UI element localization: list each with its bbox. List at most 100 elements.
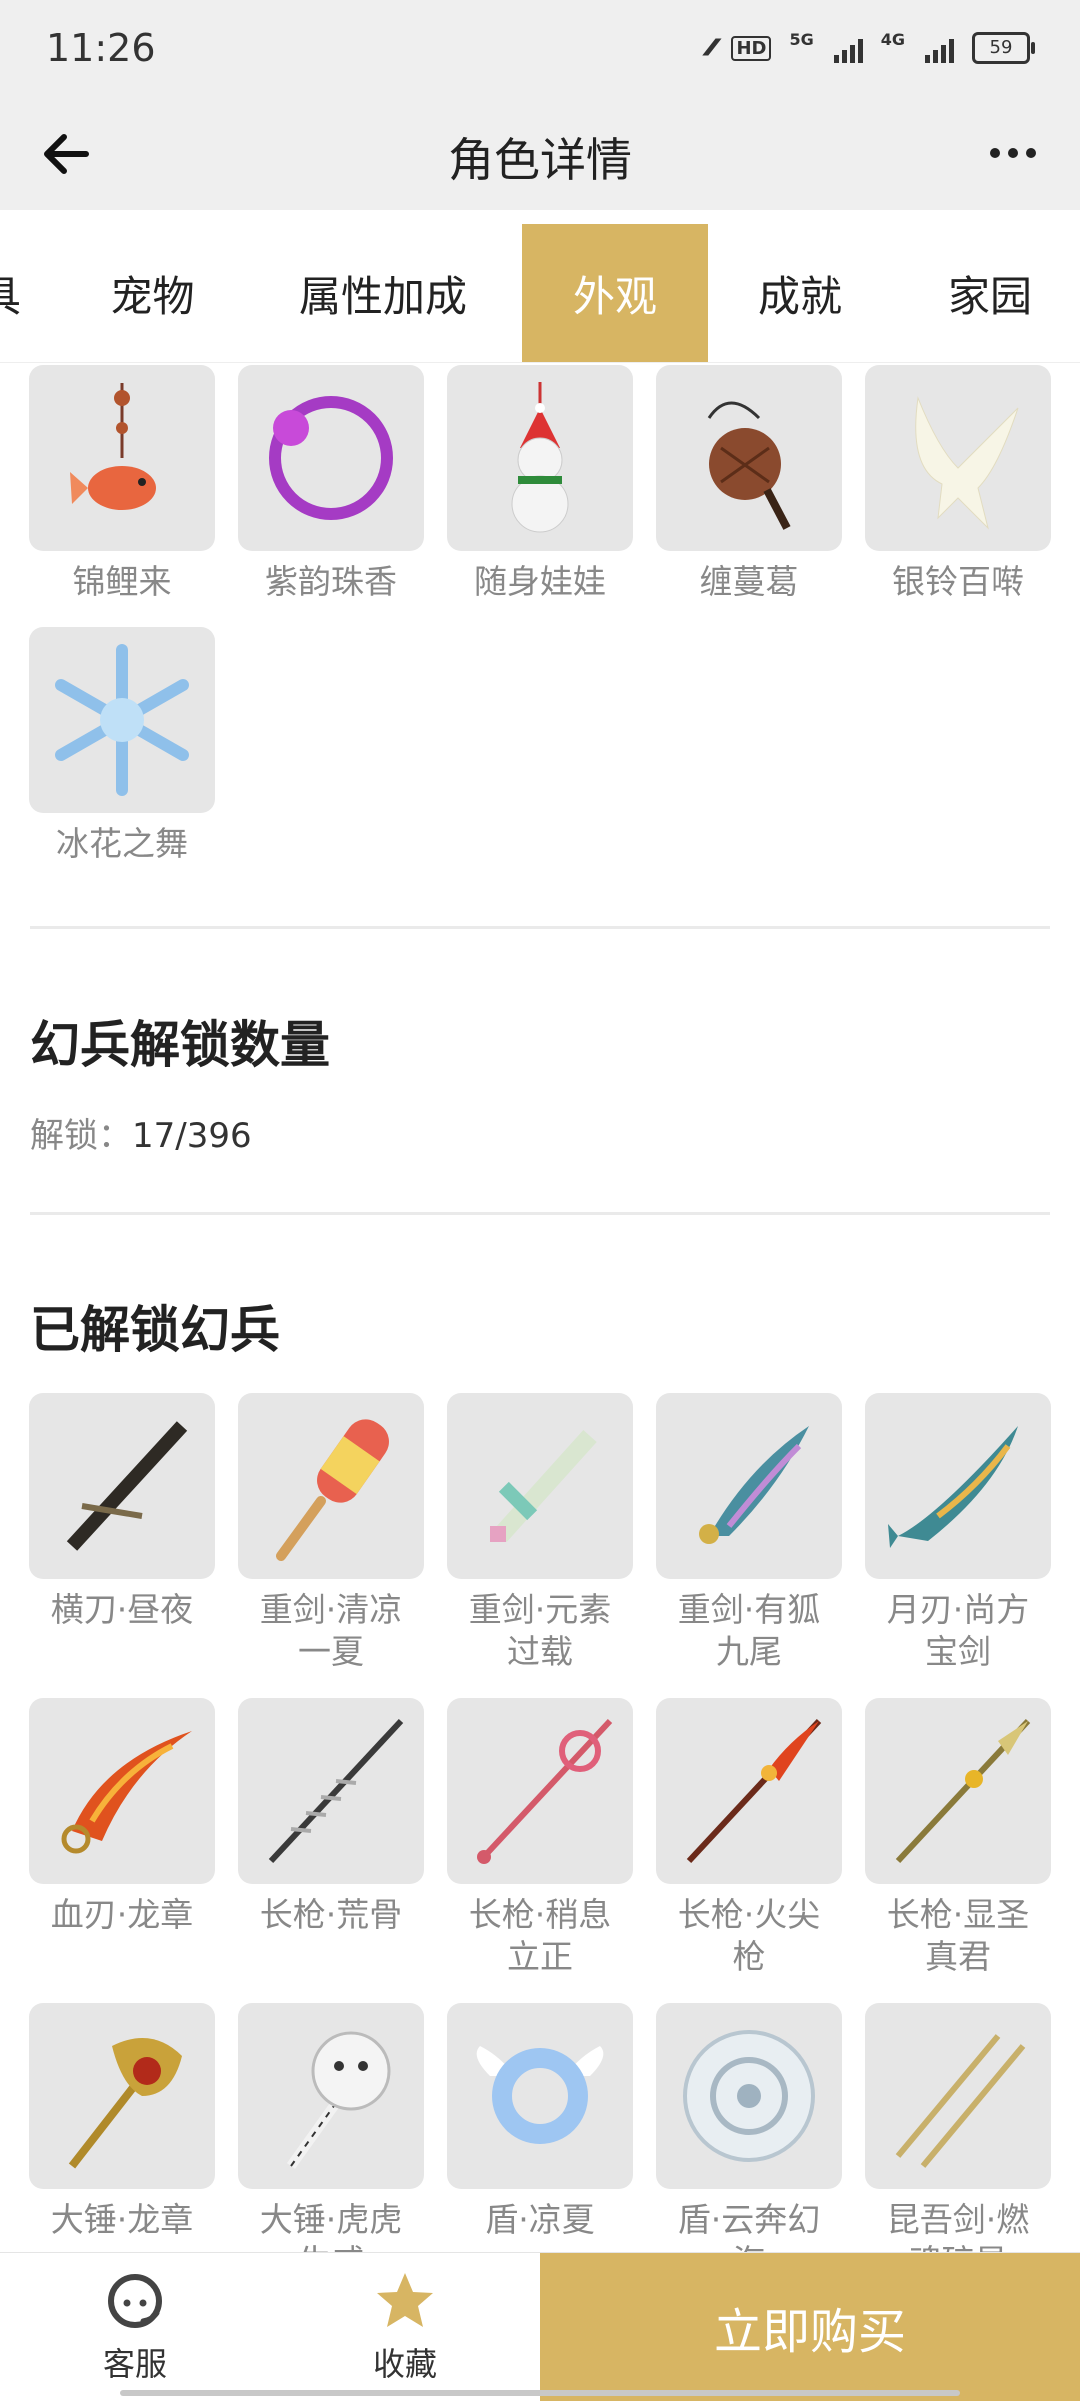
weapon-item[interactable]: 横刀·昼夜 [29, 1393, 215, 1631]
white-bird-icon [915, 396, 1019, 530]
weapon-label-line2: 枪 [732, 1937, 766, 1976]
status-icons: ⁄⁄⁄ HD 5G 4G 59 [708, 30, 1035, 64]
weapon-item[interactable]: 长枪·稍息 立正 [447, 1698, 633, 1978]
weapon-label-line2: 九尾 [716, 1632, 782, 1671]
weapon-item[interactable]: 盾·凉夏 [447, 2003, 633, 2241]
weapon-label-line1: 血刃·龙章 [50, 1895, 194, 1934]
weapon-item[interactable]: 重剑·有狐 九尾 [656, 1393, 842, 1673]
page-title: 角色详情 [448, 133, 632, 187]
tab-appearance[interactable]: 外观 [522, 224, 708, 362]
weapon-label-line1: 盾·云奔幻 [677, 2200, 821, 2239]
weapon-label-line2: 过载 [507, 1632, 573, 1671]
star-icon [377, 2273, 433, 2327]
candy-spear-icon [477, 1718, 613, 1864]
bone-spear-icon [268, 1718, 404, 1864]
gold-spear-icon [895, 1718, 1031, 1864]
weapon-item[interactable]: 盾·云奔幻 海 [656, 2003, 842, 2283]
appearance-item-label: 银铃百啭 [892, 562, 1024, 601]
appearance-item[interactable]: 缠蔓葛 [656, 365, 842, 603]
tab-homestead[interactable]: 家园 [920, 224, 1060, 362]
hd-voice-icon: HD [731, 35, 772, 61]
weapon-item[interactable]: 月刃·尚方 宝剑 [865, 1393, 1051, 1673]
snowflake-icon [55, 644, 189, 796]
weapon-item[interactable]: 大锤·龙章 [29, 2003, 215, 2241]
snowman-doll-icon [511, 382, 569, 533]
data-speed-icon: ⁄⁄⁄ [708, 35, 715, 61]
favorite-button[interactable]: 收藏 [305, 2253, 505, 2401]
weapon-item[interactable]: 血刃·龙章 [29, 1698, 215, 1936]
fox-tail-sword-icon [699, 1426, 809, 1544]
weapon-label-line1: 长枪·稍息 [468, 1895, 612, 1934]
signal-4g-icon [925, 33, 954, 63]
more-options-button[interactable] [978, 128, 1048, 178]
popsicle-sword-icon [276, 1419, 389, 1561]
more-dot-icon [990, 148, 1000, 158]
weapon-item[interactable]: 长枪·火尖 枪 [656, 1698, 842, 1978]
appearance-item-label: 随身娃娃 [474, 562, 606, 601]
customer-service-label: 客服 [102, 2345, 167, 2383]
weapon-item[interactable]: 昆吾剑·燃 魂碎星 [865, 2003, 1051, 2283]
unlock-count-title: 幻兵解锁数量 [30, 1016, 330, 1074]
appearance-item-label: 锦鲤来 [72, 562, 172, 601]
appearance-item[interactable]: 紫韵珠香 [238, 365, 424, 603]
tab-pets[interactable]: 宠物 [80, 224, 225, 362]
page-header: 角色详情 [0, 100, 1080, 210]
status-time: 11:26 [46, 26, 156, 70]
weapon-label-line2: 真君 [925, 1937, 991, 1976]
weapon-item[interactable]: 重剑·元素 过载 [447, 1393, 633, 1673]
pixel-sword-icon [490, 1429, 597, 1543]
appearance-item[interactable]: 锦鲤来 [29, 365, 215, 603]
weapon-item[interactable]: 长枪·荒骨 [238, 1698, 424, 1936]
purple-ring-icon [269, 396, 393, 520]
weapon-label-line1: 重剑·有狐 [677, 1590, 821, 1629]
network-5g-label: 5G [789, 30, 814, 49]
more-dot-icon [1026, 148, 1036, 158]
weapon-label-line1: 长枪·火尖 [677, 1895, 821, 1934]
tab-attribute-bonus[interactable]: 属性加成 [278, 224, 488, 362]
appearance-item[interactable]: 银铃百啭 [865, 365, 1051, 603]
unlocked-weapons-title: 已解锁幻兵 [30, 1301, 280, 1359]
appearance-item[interactable]: 冰花之舞 [29, 627, 215, 865]
weapon-item[interactable]: 重剑·清凉 一夏 [238, 1393, 424, 1673]
appearance-item[interactable]: 随身娃娃 [447, 365, 633, 603]
appearance-item-label: 紫韵珠香 [265, 562, 397, 601]
weapon-label-line1: 横刀·昼夜 [50, 1590, 194, 1629]
koi-pendant-icon [70, 383, 156, 510]
status-bar: 11:26 ⁄⁄⁄ HD 5G 4G 59 [0, 0, 1080, 100]
weapon-item[interactable]: 长枪·显圣 真君 [865, 1698, 1051, 1978]
favorite-label: 收藏 [372, 2345, 437, 2383]
fish-blade-icon [888, 1426, 1018, 1548]
tab-achievements[interactable]: 成就 [730, 224, 870, 362]
tiger-hammer-icon [286, 2031, 391, 2169]
weapon-label-line1: 长枪·荒骨 [259, 1895, 403, 1934]
fire-spear-icon [686, 1718, 822, 1864]
battery-icon: 59 [972, 32, 1035, 64]
appearance-item-label: 冰花之舞 [56, 824, 188, 863]
appearance-item-label: 缠蔓葛 [699, 562, 799, 601]
weapon-label-line1: 盾·凉夏 [485, 2200, 595, 2239]
weapon-label-line1: 大锤·虎虎 [259, 2200, 403, 2239]
section-divider [30, 926, 1050, 929]
weapon-label-line1: 重剑·元素 [468, 1590, 612, 1629]
tab-bar: 具 宠物 属性加成 外观 成就 家园 [0, 210, 1080, 363]
unlock-value: 17/396 [132, 1116, 252, 1156]
home-indicator[interactable] [120, 2390, 960, 2396]
unlock-count-line: 解锁：17/396 [30, 1108, 252, 1157]
dark-blade-icon [66, 1421, 188, 1551]
weapon-label-line1: 昆吾剑·燃 [886, 2200, 1030, 2239]
headset-icon [108, 2274, 162, 2328]
weapon-label-line2: 一夏 [298, 1632, 364, 1671]
bottom-action-bar: 客服 收藏 立即购买 [0, 2252, 1080, 2401]
tab-equipment[interactable]: 具 [0, 224, 21, 362]
signal-5g-icon [833, 33, 863, 63]
twin-swords-icon [895, 2034, 1026, 2168]
weapon-label-line2: 立正 [507, 1937, 573, 1976]
weapon-label-line1: 大锤·龙章 [50, 2200, 194, 2239]
weapon-item[interactable]: 大锤·虎虎 生威 [238, 2003, 424, 2283]
weapon-label-line1: 长枪·显圣 [886, 1895, 1030, 1934]
dragon-hammer-icon [68, 2038, 182, 2169]
buy-now-button[interactable]: 立即购买 [540, 2253, 1080, 2401]
gourd-icon [707, 401, 791, 530]
customer-service-button[interactable]: 客服 [35, 2253, 235, 2401]
winged-ring-shield-icon [476, 2046, 604, 2144]
